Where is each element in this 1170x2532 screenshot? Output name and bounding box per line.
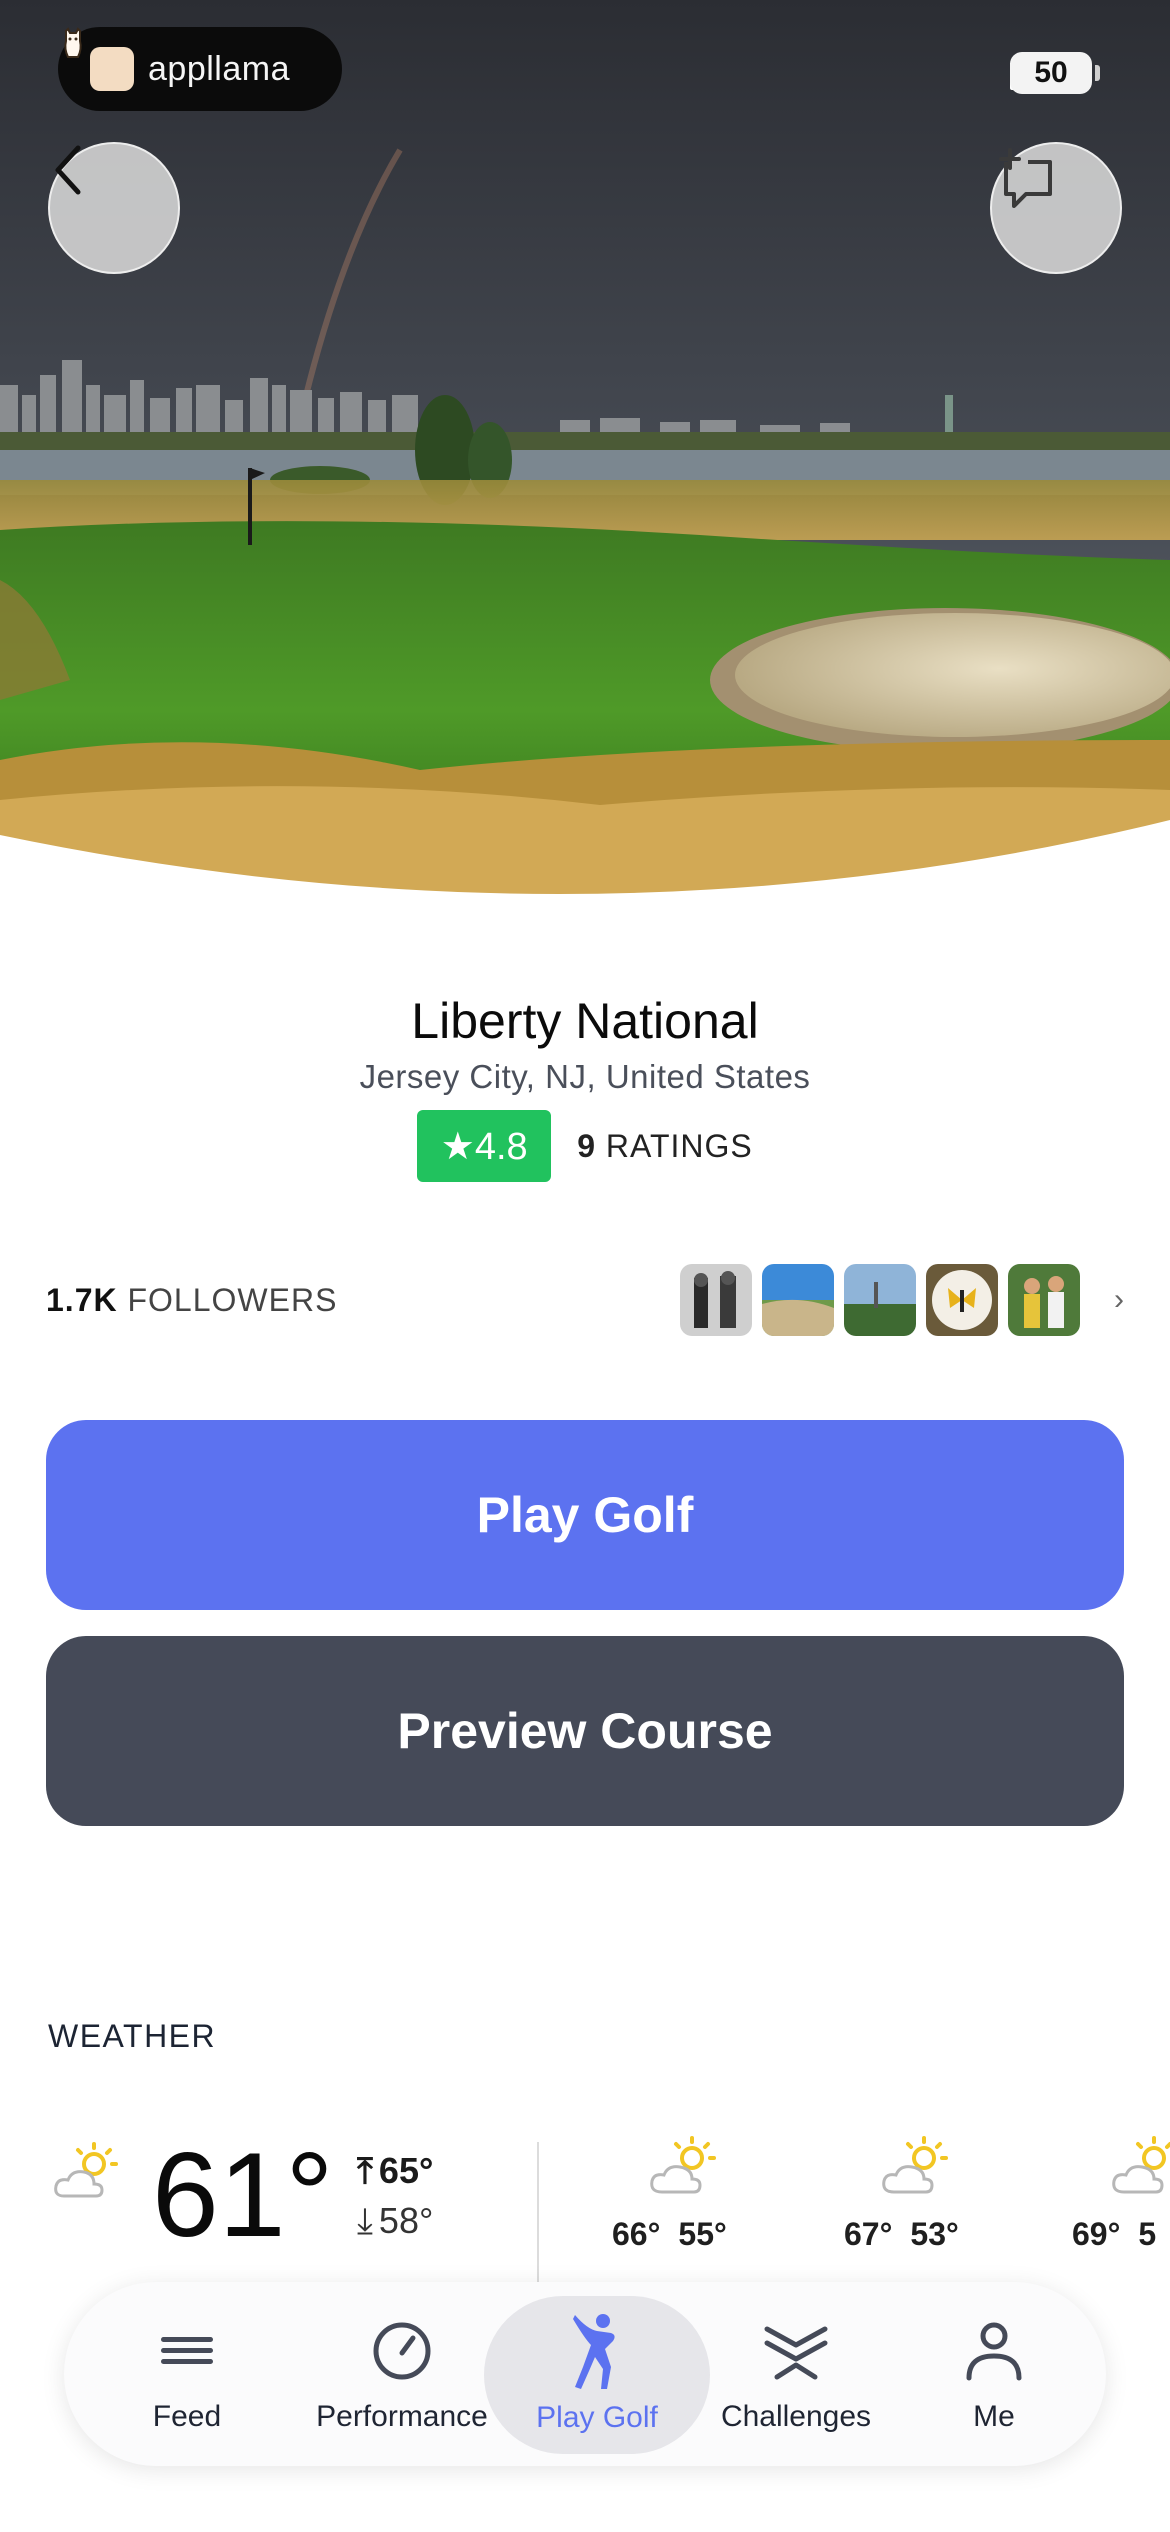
avatar <box>1008 1264 1080 1336</box>
weather-heading: WEATHER <box>48 2018 217 2054</box>
tab-feed[interactable]: Feed <box>124 2282 250 2466</box>
course-hero-image: appllama 50 <box>0 0 1170 900</box>
tab-label: Challenges <box>720 2400 872 2433</box>
app-badge: appllama <box>58 27 342 111</box>
back-button[interactable] <box>48 142 180 274</box>
weather-divider <box>537 2142 539 2282</box>
avatar <box>926 1264 998 1336</box>
current-hi-lo: ⤒ 65° ⤓ 58° <box>357 2149 434 2242</box>
golfer-icon <box>573 2314 615 2389</box>
play-golf-button[interactable]: Play Golf <box>46 1420 1124 1610</box>
partly-sunny-icon <box>650 2136 716 2194</box>
forecast-day: 67° 53° <box>844 2134 1004 2253</box>
bottom-tab-bar: Feed Performance Play Golf Challenges Me <box>64 2282 1106 2466</box>
avatar <box>762 1264 834 1336</box>
chevron-right-icon[interactable]: › <box>1114 1283 1124 1317</box>
tab-label: Play Golf <box>536 2401 658 2434</box>
current-temperature: 61° <box>152 2128 334 2262</box>
course-title: Liberty National <box>411 993 759 1049</box>
preview-course-button[interactable]: Preview Course <box>46 1636 1124 1826</box>
menu-icon <box>161 2337 213 2364</box>
gauge-icon <box>373 2322 431 2380</box>
person-icon <box>966 2322 1022 2381</box>
follower-avatars: › <box>680 1264 1124 1336</box>
llama-logo-icon <box>64 27 134 91</box>
chevrons-icon <box>764 2326 828 2380</box>
followers-count: 1.7K FOLLOWERS <box>46 1281 338 1318</box>
avatar <box>844 1264 916 1336</box>
status-icons: 50 <box>1010 52 1100 94</box>
arrow-up-icon: ⤒ <box>357 2149 373 2191</box>
add-comment-icon <box>999 148 1052 208</box>
rating-badge: ★4.8 <box>417 1110 552 1182</box>
course-location: Jersey City, NJ, United States <box>359 1058 811 1095</box>
app-name: appllama <box>148 49 290 88</box>
tab-challenges[interactable]: Challenges <box>704 2282 888 2466</box>
forecast-day: 66° 55° <box>612 2134 772 2253</box>
forecast-day: 69° 5 <box>1072 2134 1170 2253</box>
avatar <box>680 1264 752 1336</box>
followers-row[interactable]: 1.7K FOLLOWERS › <box>46 1262 1124 1338</box>
tab-label: Feed <box>152 2400 222 2433</box>
tab-label: Me <box>973 2400 1015 2433</box>
partly-sunny-icon <box>1112 2136 1170 2194</box>
tab-performance[interactable]: Performance <box>294 2282 510 2466</box>
add-comment-button[interactable] <box>990 142 1122 274</box>
tab-label: Performance <box>316 2400 488 2433</box>
ratings-count: 9 RATINGS <box>577 1127 753 1164</box>
arrow-down-icon: ⤓ <box>357 2199 373 2241</box>
partly-sunny-icon <box>882 2136 948 2194</box>
partly-sunny-icon <box>54 2142 118 2198</box>
tab-me[interactable]: Me <box>944 2282 1044 2466</box>
chevron-left-icon <box>55 145 81 195</box>
rating-row[interactable]: ★4.8 9 RATINGS <box>0 1110 1170 1182</box>
course-photo <box>0 0 1170 900</box>
tab-play-golf[interactable]: Play Golf <box>484 2296 710 2454</box>
battery-indicator: 50 <box>1010 52 1100 94</box>
current-weather: 61° ⤒ 65° ⤓ 58° <box>52 2130 492 2290</box>
